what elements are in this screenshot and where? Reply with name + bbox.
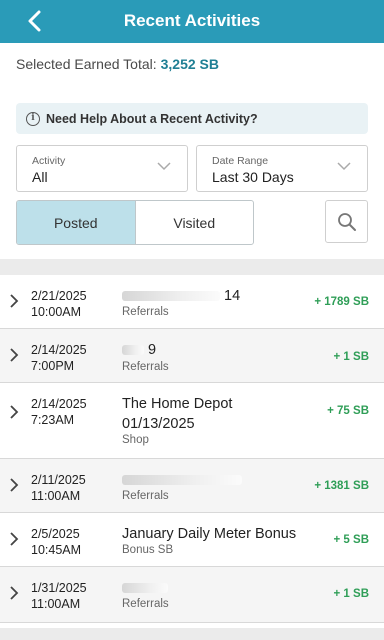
date-range-dropdown-value: Last 30 Days	[212, 169, 294, 185]
activity-dropdown[interactable]: Activity All	[16, 145, 188, 192]
activity-date: 2/21/2025 10:00AM	[31, 289, 87, 319]
info-icon: i	[26, 111, 40, 126]
activity-points: + 5 SB	[333, 534, 369, 546]
activity-title: 9	[122, 340, 156, 360]
activity-row[interactable]: 2/14/2025 7:00PM 9 Referrals + 1 SB	[0, 329, 384, 383]
activity-date: 2/5/2025 10:45AM	[31, 527, 82, 557]
date-range-dropdown[interactable]: Date Range Last 30 Days	[196, 145, 368, 192]
app-header: Recent Activities	[0, 0, 384, 43]
activity-title: 14	[122, 286, 240, 306]
activity-points: + 1 SB	[333, 351, 369, 363]
activity-points: + 1 SB	[333, 588, 369, 600]
earned-total: Selected Earned Total: 3,252 SB	[16, 56, 219, 72]
activity-dropdown-label: Activity	[32, 155, 66, 167]
tab-posted[interactable]: Posted	[17, 201, 135, 244]
activity-row[interactable]: 1/31/2025 11:00AM Referrals + 1 SB	[0, 567, 384, 623]
chevron-right-icon	[10, 405, 19, 419]
activity-points: + 75 SB	[327, 405, 369, 417]
activity-row[interactable]: 2/5/2025 10:45AM January Daily Meter Bonu…	[0, 513, 384, 567]
page-title: Recent Activities	[123, 11, 261, 30]
help-text: Need Help About a Recent Activity?	[46, 111, 258, 126]
activity-row[interactable]: 2/14/2025 7:23AM The Home Depot 01/13/2025…	[0, 383, 384, 459]
activity-category: Referrals	[122, 306, 169, 318]
earned-total-value: 3,252 SB	[160, 56, 219, 72]
activity-category: Referrals	[122, 598, 169, 610]
chevron-right-icon	[10, 348, 19, 362]
activity-title	[122, 578, 172, 598]
activity-points: + 1381 SB	[314, 480, 369, 492]
activity-category: Referrals	[122, 361, 169, 373]
activity-date: 2/11/2025 11:00AM	[31, 473, 86, 503]
activity-date: 1/31/2025 11:00AM	[31, 581, 87, 611]
activity-date: 2/14/2025 7:00PM	[31, 343, 87, 373]
activity-category: Bonus SB	[122, 544, 174, 556]
activity-row[interactable]: 2/21/2025 10:00AM 14 Referrals + 1789 SB	[0, 275, 384, 329]
activity-category: Shop	[122, 434, 149, 446]
chevron-right-icon	[10, 478, 19, 492]
activity-dropdown-value: All	[32, 169, 48, 185]
help-banner[interactable]: i Need Help About a Recent Activity?	[16, 103, 368, 134]
chevron-down-icon	[337, 162, 351, 171]
posted-visited-toggle: Posted Visited	[16, 200, 254, 245]
activity-title	[122, 470, 246, 490]
search-icon	[337, 212, 356, 231]
tab-visited[interactable]: Visited	[136, 201, 254, 244]
activity-title: The Home Depot 01/13/2025	[122, 396, 233, 432]
chevron-right-icon	[10, 294, 19, 308]
date-range-dropdown-label: Date Range	[212, 155, 269, 167]
section-divider	[0, 259, 384, 275]
activity-row[interactable]: 2/11/2025 11:00AM Referrals + 1381 SB	[0, 459, 384, 513]
activity-title: January Daily Meter Bonus	[122, 526, 297, 542]
chevron-right-icon	[10, 532, 19, 546]
activity-points: + 1789 SB	[314, 296, 369, 308]
chevron-down-icon	[157, 162, 171, 171]
bottom-spacer	[0, 628, 384, 640]
earned-total-label: Selected Earned Total:	[16, 56, 157, 72]
activity-date: 2/14/2025 7:23AM	[31, 397, 87, 427]
search-button[interactable]	[325, 200, 368, 243]
activity-list: 2/21/2025 10:00AM 14 Referrals + 1789 SB …	[0, 275, 384, 623]
chevron-right-icon	[10, 586, 19, 600]
activity-category: Referrals	[122, 490, 169, 502]
